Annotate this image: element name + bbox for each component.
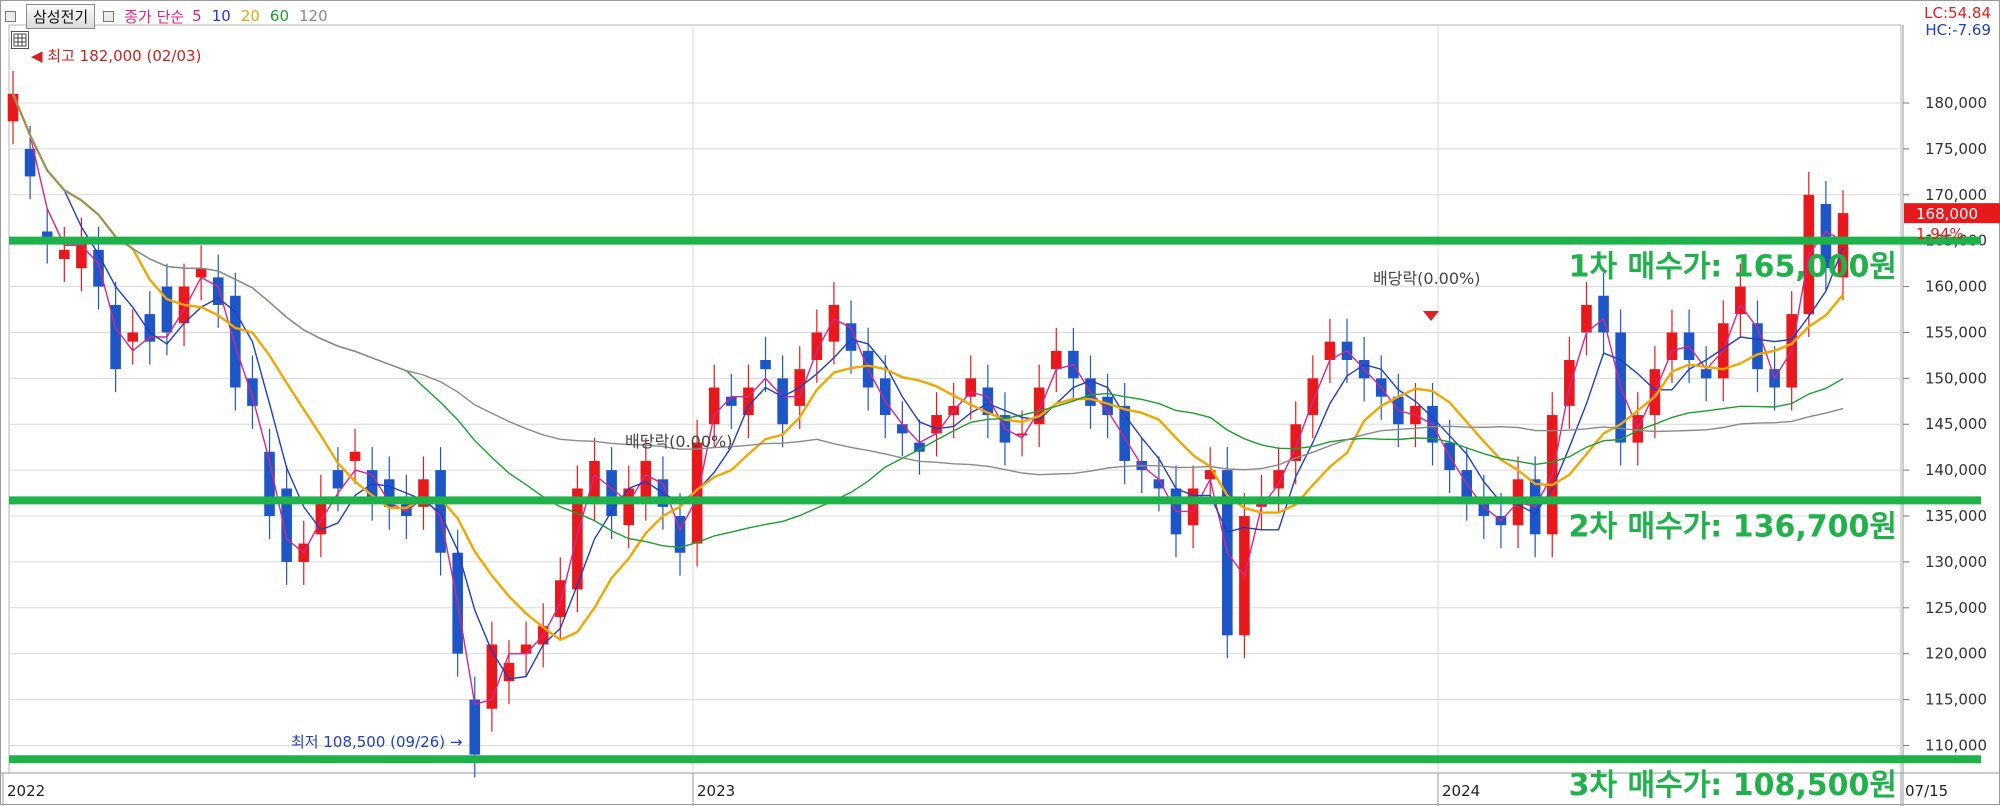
stock-name-button[interactable]: 삼성전기 — [26, 3, 96, 29]
candle-body — [640, 460, 652, 498]
ma-period-5[interactable]: 5 — [192, 7, 202, 25]
candle-body — [931, 415, 942, 434]
candle-body — [195, 268, 207, 278]
candle-body — [332, 470, 344, 489]
candle-body — [1016, 433, 1028, 436]
y-tick-label: 175,000 — [1925, 140, 1987, 158]
x-tick-label: 2024 — [1442, 782, 1480, 800]
candle-body — [1666, 332, 1678, 360]
candle-body — [469, 699, 481, 755]
y-tick-label: 130,000 — [1925, 553, 1987, 571]
y-tick-label: 150,000 — [1925, 369, 1987, 387]
y-tick-label: 160,000 — [1925, 278, 1987, 296]
candle-body — [760, 359, 771, 370]
candle-body — [247, 378, 258, 406]
x-tick-label: 2022 — [7, 782, 45, 800]
support-label-2: 2차 매수가: 136,700원 — [1569, 509, 1897, 544]
candle-body — [811, 332, 823, 360]
candle-body — [606, 470, 617, 517]
y-tick-label: 120,000 — [1925, 645, 1987, 663]
ma-period-120[interactable]: 120 — [299, 7, 328, 25]
candle-body — [589, 460, 600, 498]
high-annotation: ◀ 최고 182,000 (02/03) — [31, 47, 201, 65]
y-tick-label: 125,000 — [1925, 599, 1987, 617]
y-tick-label: 115,000 — [1925, 691, 1987, 709]
support-label-3: 3차 매수가: 108,500원 — [1569, 768, 1897, 803]
x-tick-label: 2023 — [697, 782, 735, 800]
y-tick-label: 145,000 — [1925, 415, 1987, 433]
dividend-annotation-1: 배당락(0.00%) — [625, 432, 732, 451]
table-toggle-icon[interactable] — [11, 31, 29, 49]
change-pct-label: 1.94% — [1916, 225, 1964, 243]
x-tick-label: 07/15 — [1905, 782, 1948, 800]
lc-label: LC:54.84 — [1924, 4, 1991, 22]
y-tick-label: 170,000 — [1925, 186, 1987, 204]
y-tick-label: 155,000 — [1925, 323, 1987, 341]
candle-body — [965, 378, 977, 397]
ma-period-20[interactable]: 20 — [241, 7, 260, 25]
candle-body — [7, 93, 19, 122]
chart-legend: 삼성전기 종가 단순 5 10 20 60 120 — [5, 3, 328, 29]
hc-label: HC:-7.69 — [1925, 21, 1991, 39]
candle-body — [1273, 470, 1284, 489]
stock-chart: 110,000 115,000 120,000 125,000 130,000 135,0… — [0, 0, 2000, 806]
candle-body — [1050, 350, 1062, 370]
ma-toggle-icon[interactable] — [103, 10, 115, 22]
y-tick-label: 135,000 — [1925, 507, 1987, 525]
current-price-label: 168,000 — [1916, 205, 1978, 223]
candle-body — [828, 304, 840, 342]
y-tick-label: 140,000 — [1925, 461, 1987, 479]
y-tick-label: 110,000 — [1925, 736, 1987, 754]
collapse-icon[interactable] — [5, 10, 16, 22]
ma-period-60[interactable]: 60 — [270, 7, 289, 25]
candle-body — [777, 378, 788, 425]
dividend-annotation-2: 배당락(0.00%) — [1373, 269, 1480, 288]
chart-canvas: 110,000 115,000 120,000 125,000 130,000 135,0… — [1, 24, 2000, 806]
ma-period-list: 5 10 20 60 120 — [192, 7, 327, 25]
candle-body — [1581, 304, 1592, 333]
candle-body — [1598, 295, 1609, 333]
candle-body — [59, 249, 70, 260]
low-annotation: 최저 108,500 (09/26) → — [291, 733, 462, 751]
candle-body — [349, 451, 361, 461]
candle-body — [1564, 359, 1575, 406]
candle-body — [879, 378, 891, 416]
candle-body — [127, 332, 139, 342]
candle-body — [1700, 369, 1712, 379]
candle-body — [1752, 323, 1763, 370]
ma-period-10[interactable]: 10 — [212, 7, 231, 25]
y-tick-label: 180,000 — [1925, 94, 1987, 112]
candle-body — [708, 387, 720, 425]
ma-title: 종가 단순 — [124, 7, 185, 26]
lc-hc-readout: LC:54.84 HC:-7.69 — [1924, 5, 1991, 39]
support-label-1: 1차 매수가: 165,000원 — [1569, 250, 1897, 285]
